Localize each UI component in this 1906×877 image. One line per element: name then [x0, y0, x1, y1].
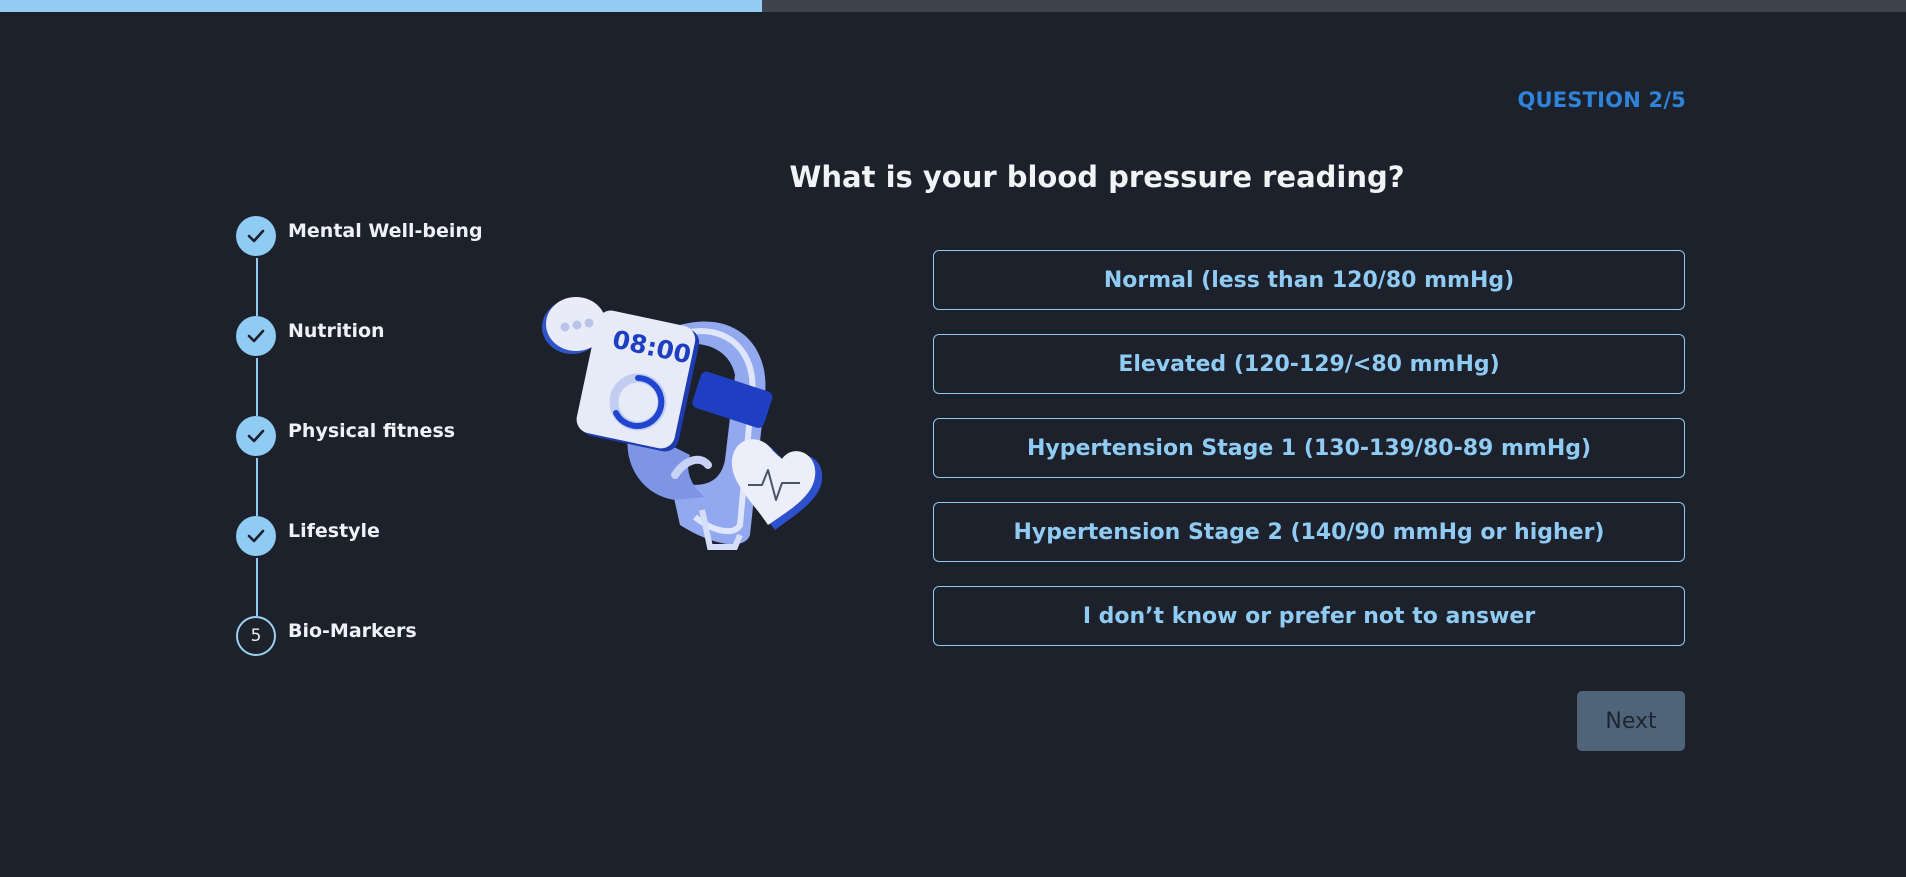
option-hypertension-stage-1[interactable]: Hypertension Stage 1 (130-139/80-89 mmHg… — [933, 418, 1685, 478]
smartwatch-heart-illustration: 08:00 — [542, 297, 823, 550]
step-connector — [256, 258, 258, 316]
option-prefer-not-to-answer[interactable]: I don’t know or prefer not to answer — [933, 586, 1685, 646]
step-label: Nutrition — [288, 320, 385, 342]
question-counter: QUESTION 2/5 — [1517, 88, 1686, 112]
step-completed-indicator — [236, 416, 276, 456]
option-hypertension-stage-2[interactable]: Hypertension Stage 2 (140/90 mmHg or hig… — [933, 502, 1685, 562]
step-label: Mental Well-being — [288, 220, 483, 242]
check-icon — [247, 329, 265, 343]
step-completed-indicator — [236, 216, 276, 256]
step-nutrition: Nutrition — [236, 316, 536, 358]
check-icon — [247, 529, 265, 543]
progress-bar-fill — [0, 0, 763, 12]
option-normal[interactable]: Normal (less than 120/80 mmHg) — [933, 250, 1685, 310]
step-completed-indicator — [236, 316, 276, 356]
step-label: Bio-Markers — [288, 620, 417, 642]
check-icon — [247, 229, 265, 243]
progress-bar — [0, 0, 1906, 12]
step-completed-indicator — [236, 516, 276, 556]
question-title: What is your blood pressure reading? — [789, 160, 1405, 194]
step-label: Physical fitness — [288, 420, 456, 442]
step-physical-fitness: Physical fitness — [236, 416, 536, 458]
step-bio-markers: 5 Bio-Markers — [236, 616, 536, 658]
watch-icon: 08:00 — [576, 310, 773, 550]
step-connector — [256, 458, 258, 516]
step-mental-well-being: Mental Well-being — [236, 216, 536, 258]
next-button[interactable]: Next — [1577, 691, 1685, 751]
step-label: Lifestyle — [288, 520, 380, 542]
option-elevated[interactable]: Elevated (120-129/<80 mmHg) — [933, 334, 1685, 394]
check-icon — [247, 429, 265, 443]
step-lifestyle: Lifestyle — [236, 516, 536, 558]
step-number-indicator: 5 — [236, 616, 276, 656]
step-connector — [256, 358, 258, 416]
step-connector — [256, 558, 258, 616]
